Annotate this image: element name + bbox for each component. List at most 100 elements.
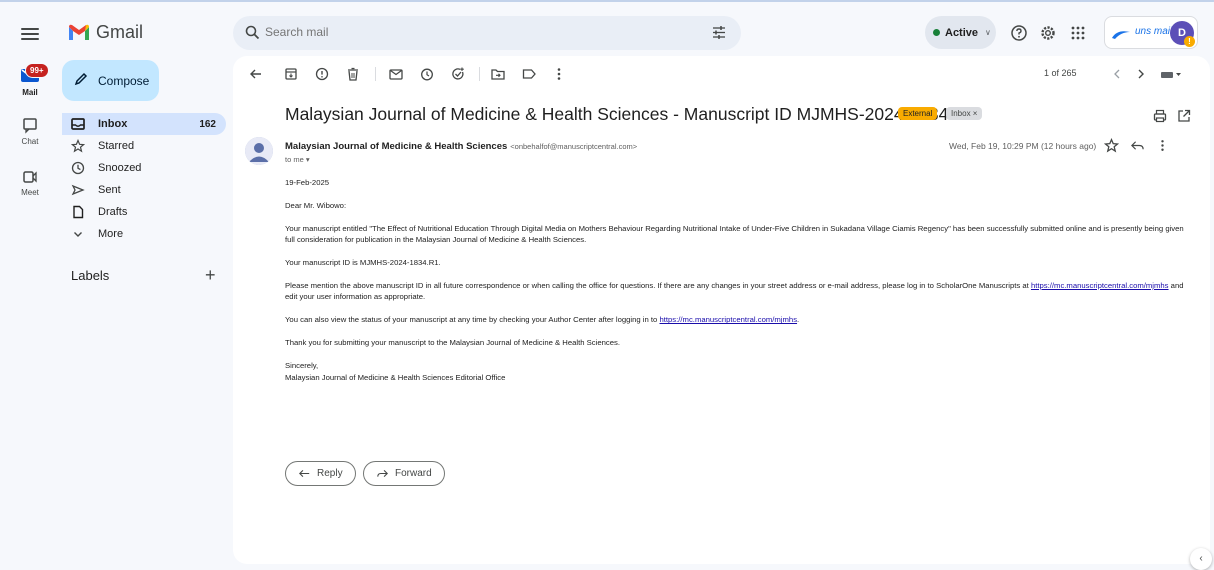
sidebar-item-sent[interactable]: Sent bbox=[62, 179, 226, 201]
side-panel-toggle[interactable]: ‹ bbox=[1190, 548, 1212, 570]
toolbar-divider bbox=[375, 67, 376, 81]
status-dot bbox=[933, 29, 940, 36]
scholarone-link[interactable]: https://mc.manuscriptcentral.com/mjmhs bbox=[1031, 281, 1169, 290]
sidebar-item-label: Sent bbox=[98, 184, 121, 196]
clock-icon bbox=[70, 160, 86, 176]
rail-mail-label: Mail bbox=[22, 88, 38, 97]
warning-icon: ! bbox=[1184, 36, 1195, 47]
author-center-link[interactable]: https://mc.manuscriptcentral.com/mjmhs bbox=[659, 315, 797, 324]
search-options-icon[interactable] bbox=[711, 25, 727, 45]
back-arrow-icon[interactable] bbox=[248, 66, 264, 82]
forward-label: Forward bbox=[395, 468, 432, 479]
inbox-count: 162 bbox=[199, 118, 216, 130]
print-icon[interactable] bbox=[1152, 108, 1168, 124]
sidebar-item-inbox[interactable]: Inbox 162 bbox=[62, 113, 226, 135]
rail-meet-label: Meet bbox=[21, 188, 39, 197]
apps-grid-icon[interactable] bbox=[1069, 24, 1087, 42]
unread-badge: 99+ bbox=[25, 63, 49, 78]
sidebar-item-label: More bbox=[98, 228, 124, 240]
account-brand: uns mail bbox=[1135, 26, 1173, 37]
settings-icon[interactable] bbox=[1039, 24, 1057, 42]
sidebar-item-label: Snoozed bbox=[98, 162, 142, 174]
input-tools-icon[interactable] bbox=[1160, 66, 1182, 82]
uns-logo-icon bbox=[1111, 27, 1131, 45]
toolbar-divider bbox=[479, 67, 480, 81]
labels-heading: Labels bbox=[71, 268, 110, 283]
body-date: 19-Feb-2025 bbox=[285, 178, 330, 187]
send-icon bbox=[70, 182, 86, 198]
body-paragraph: Your manuscript ID is MJMHS-2024-1834.R1… bbox=[285, 258, 441, 268]
search-bar[interactable] bbox=[233, 16, 741, 50]
forward-button[interactable]: Forward bbox=[363, 461, 445, 486]
video-icon bbox=[19, 168, 41, 186]
archive-icon[interactable] bbox=[283, 66, 299, 82]
reply-icon bbox=[299, 469, 310, 478]
reply-icon[interactable] bbox=[1130, 138, 1146, 154]
body-paragraph: You can also view the status of your man… bbox=[285, 314, 1193, 325]
sidebar-item-label: Starred bbox=[98, 140, 135, 152]
email-body: 19-Feb-2025 Dear Mr. Wibowo: Your manusc… bbox=[285, 177, 1193, 383]
more-vert-icon[interactable] bbox=[1155, 138, 1171, 154]
gmail-m-icon bbox=[69, 24, 89, 40]
newer-chevron-icon[interactable] bbox=[1109, 66, 1125, 82]
message-panel: 1 of 265 Malaysian Journal of Medicine &… bbox=[233, 56, 1210, 564]
inbox-icon bbox=[70, 116, 86, 132]
rail-meet[interactable]: Meet bbox=[4, 168, 56, 197]
compose-label: Compose bbox=[98, 73, 150, 88]
label-icon[interactable] bbox=[521, 66, 537, 82]
forward-icon bbox=[377, 469, 388, 478]
body-text: You can also view the status of your man… bbox=[285, 315, 658, 325]
open-in-new-window-icon[interactable] bbox=[1176, 108, 1192, 124]
compose-button[interactable]: Compose bbox=[62, 60, 159, 101]
body-paragraph: Thank you for submitting your manuscript… bbox=[285, 338, 620, 348]
main-menu-button[interactable] bbox=[19, 25, 41, 43]
status-label: Active bbox=[945, 26, 979, 39]
reply-button[interactable]: Reply bbox=[285, 461, 356, 486]
search-icon[interactable] bbox=[245, 25, 260, 45]
sidebar-item-drafts[interactable]: Drafts bbox=[62, 201, 226, 223]
star-icon[interactable] bbox=[1103, 137, 1120, 154]
body-closing: Sincerely, bbox=[285, 361, 319, 371]
draft-icon bbox=[70, 204, 86, 220]
sidebar-item-label: Inbox bbox=[98, 118, 128, 130]
body-text: . bbox=[797, 315, 800, 325]
help-icon[interactable] bbox=[1010, 24, 1028, 42]
snooze-icon[interactable] bbox=[419, 66, 435, 82]
sender-email: <onbehalfof@manuscriptcentral.com> bbox=[510, 142, 638, 151]
body-paragraph: Please mention the above manuscript ID i… bbox=[285, 280, 1193, 303]
sidebar-item-snoozed[interactable]: Snoozed bbox=[62, 157, 226, 179]
chat-icon bbox=[19, 117, 41, 135]
chevron-down-icon bbox=[70, 226, 86, 242]
status-selector[interactable]: Active ∨ bbox=[925, 16, 996, 49]
sidebar-item-label: Drafts bbox=[98, 206, 128, 218]
chevron-down-icon: ∨ bbox=[985, 28, 991, 37]
older-chevron-icon[interactable] bbox=[1133, 66, 1149, 82]
delete-icon[interactable] bbox=[345, 66, 361, 82]
add-label-button[interactable]: + bbox=[205, 265, 216, 286]
gmail-logo[interactable]: Gmail bbox=[68, 22, 143, 43]
sidebar-item-starred[interactable]: Starred bbox=[62, 135, 226, 157]
pagination-count: 1 of 265 bbox=[1044, 68, 1077, 78]
sidebar-item-more[interactable]: More bbox=[62, 223, 226, 245]
search-input[interactable] bbox=[265, 25, 665, 39]
rail-chat[interactable]: Chat bbox=[4, 117, 56, 146]
rail-chat-label: Chat bbox=[21, 137, 39, 146]
sender-display-name: Malaysian Journal of Medicine & Health S… bbox=[285, 141, 508, 152]
external-badge: External bbox=[898, 107, 938, 120]
email-subject: Malaysian Journal of Medicine & Health S… bbox=[285, 104, 976, 124]
sender-name: Malaysian Journal of Medicine & Health S… bbox=[285, 141, 637, 152]
sender-avatar[interactable] bbox=[245, 137, 273, 165]
recipient-details-toggle[interactable]: to me ▾ bbox=[285, 155, 310, 164]
inbox-label-chip[interactable]: Inbox × bbox=[946, 107, 983, 120]
body-greeting: Dear Mr. Wibowo: bbox=[285, 200, 347, 210]
body-signoff: Sincerely, Malaysian Journal of Medicine… bbox=[285, 360, 1193, 383]
move-to-icon[interactable] bbox=[490, 66, 506, 82]
more-vert-icon[interactable] bbox=[551, 66, 567, 82]
body-paragraph: Your manuscript entitled "The Effect of … bbox=[285, 223, 1184, 245]
body-text: Please mention the above manuscript ID i… bbox=[285, 281, 1029, 291]
add-task-icon[interactable] bbox=[450, 66, 466, 82]
app-name: Gmail bbox=[96, 22, 144, 42]
mark-unread-icon[interactable] bbox=[388, 66, 404, 82]
report-spam-icon[interactable] bbox=[314, 66, 330, 82]
pencil-icon bbox=[74, 72, 88, 89]
